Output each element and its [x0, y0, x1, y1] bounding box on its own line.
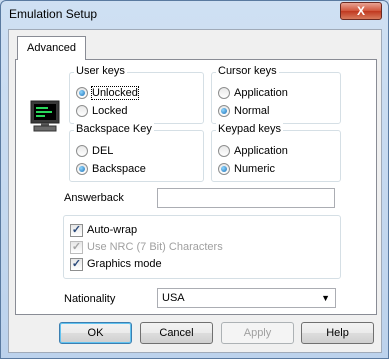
close-button[interactable]: X: [340, 2, 382, 20]
cursor-keys-group: Cursor keys Application Normal: [211, 65, 341, 124]
nationality-label: Nationality: [64, 293, 116, 305]
dropdown-arrow-icon: ▼: [321, 293, 330, 303]
dialog-body: Advanced User keys Unlocked Locked Curso…: [8, 29, 382, 353]
user-keys-unlocked-option[interactable]: Unlocked: [76, 85, 139, 101]
keypad-numeric-option[interactable]: Numeric: [218, 161, 275, 177]
window-title: Emulation Setup: [9, 7, 98, 21]
keypad-application-label: Application: [234, 145, 288, 157]
terminal-icon: [30, 100, 60, 132]
radio-cursor-normal[interactable]: [218, 105, 230, 117]
help-button[interactable]: Help: [301, 322, 374, 344]
graphics-mode-label: Graphics mode: [87, 258, 162, 270]
backspace-label: Backspace: [92, 163, 146, 175]
unlocked-label: Unlocked: [91, 86, 139, 100]
backspace-backspace-option[interactable]: Backspace: [76, 161, 146, 177]
backspace-key-label: Backspace Key: [74, 123, 154, 135]
nationality-select[interactable]: USA ▼: [157, 288, 336, 308]
auto-wrap-label: Auto-wrap: [87, 224, 138, 236]
options-group: ✓ Auto-wrap ✓ Use NRC (7 Bit) Characters…: [63, 215, 341, 279]
backspace-key-group: Backspace Key DEL Backspace: [69, 123, 204, 182]
backspace-del-option[interactable]: DEL: [76, 143, 113, 159]
keypad-application-option[interactable]: Application: [218, 143, 288, 159]
radio-unlocked[interactable]: [76, 87, 88, 99]
cursor-keys-label: Cursor keys: [216, 65, 279, 77]
keypad-keys-label: Keypad keys: [216, 123, 283, 135]
cursor-application-label: Application: [234, 87, 288, 99]
del-label: DEL: [92, 145, 114, 157]
use-nrc-option: ✓ Use NRC (7 Bit) Characters: [70, 239, 223, 255]
emulation-setup-dialog: Emulation Setup X Advanced User keys Unl…: [0, 0, 389, 359]
radio-locked[interactable]: [76, 105, 88, 117]
radio-cursor-application[interactable]: [218, 87, 230, 99]
cursor-normal-label: Normal: [234, 105, 270, 117]
nationality-value: USA: [162, 292, 185, 304]
cursor-keys-normal-option[interactable]: Normal: [218, 103, 269, 119]
user-keys-locked-option[interactable]: Locked: [76, 103, 127, 119]
locked-label: Locked: [92, 105, 128, 117]
cursor-keys-application-option[interactable]: Application: [218, 85, 288, 101]
radio-backspace[interactable]: [76, 163, 88, 175]
graphics-mode-option[interactable]: ✓ Graphics mode: [70, 256, 162, 272]
graphics-mode-checkbox[interactable]: ✓: [70, 257, 83, 271]
advanced-tab-pane: User keys Unlocked Locked Cursor keys Ap…: [15, 59, 377, 315]
radio-keypad-numeric[interactable]: [218, 163, 230, 175]
auto-wrap-option[interactable]: ✓ Auto-wrap: [70, 222, 137, 238]
user-keys-group: User keys Unlocked Locked: [69, 65, 204, 124]
keypad-keys-group: Keypad keys Application Numeric: [211, 123, 341, 182]
radio-keypad-application[interactable]: [218, 145, 230, 157]
user-keys-label: User keys: [74, 65, 127, 77]
answerback-input[interactable]: [157, 188, 335, 208]
use-nrc-label: Use NRC (7 Bit) Characters: [87, 241, 223, 253]
apply-button: Apply: [221, 322, 294, 344]
use-nrc-checkbox: ✓: [70, 240, 83, 254]
tab-advanced[interactable]: Advanced: [17, 36, 86, 60]
answerback-label: Answerback: [64, 192, 124, 204]
title-bar[interactable]: Emulation Setup X: [1, 1, 388, 29]
cancel-button[interactable]: Cancel: [140, 322, 213, 344]
auto-wrap-checkbox[interactable]: ✓: [70, 223, 83, 237]
ok-button[interactable]: OK: [59, 322, 132, 344]
radio-del[interactable]: [76, 145, 88, 157]
keypad-numeric-label: Numeric: [234, 163, 275, 175]
